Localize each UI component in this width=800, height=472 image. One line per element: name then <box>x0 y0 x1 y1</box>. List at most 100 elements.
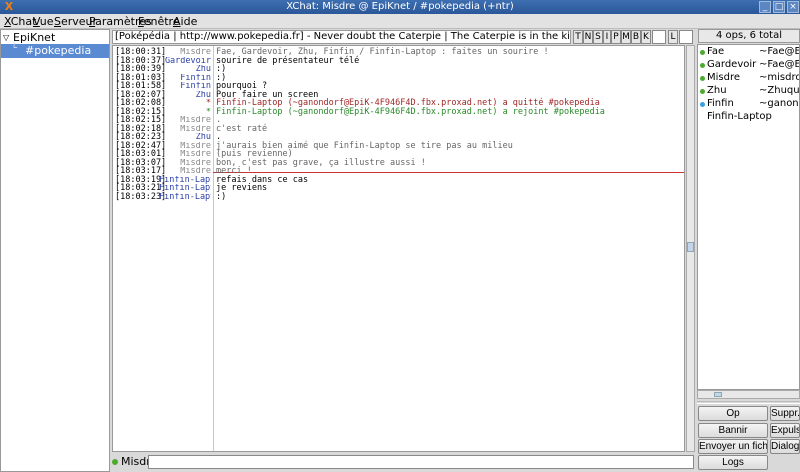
kick-button[interactable]: Expulser <box>770 423 800 438</box>
chat-log[interactable]: [18:00:31] Misdre Fae, Gardevoir, Zhu, Fin… <box>112 45 685 452</box>
chat-message: (puis revienne) <box>216 149 293 159</box>
key-field[interactable] <box>652 30 666 44</box>
tree-expander-icon[interactable]: ▽ <box>3 31 9 45</box>
chat-message: :) <box>216 64 227 74</box>
chat-timestamp: [18:00:39] <box>115 64 167 74</box>
mode-button-s[interactable]: S <box>593 30 603 44</box>
user-count: 4 ops, 6 total <box>698 29 800 43</box>
logs-button[interactable]: Logs <box>698 455 768 470</box>
mode-button-m[interactable]: M <box>621 30 631 44</box>
chat-timestamp: [18:03:01] <box>115 149 167 159</box>
user-status-icon <box>700 76 705 81</box>
chat-timestamp: [18:02:08] <box>115 98 167 108</box>
window-title: XChat: Misdre @ EpiKnet / #pokepedia (+n… <box>286 1 514 12</box>
chat-message: . <box>216 132 222 142</box>
chat-nick[interactable]: Finfin <box>159 74 211 82</box>
chat-message: pourquoi ? <box>216 81 268 91</box>
mode-button-p[interactable]: P <box>611 30 621 44</box>
user-entry[interactable]: Fae ~Fae@EpiK <box>698 46 799 58</box>
user-nick: Misdre <box>707 72 741 83</box>
tree-server-label: EpiKnet <box>13 31 56 44</box>
topic-field[interactable]: [Poképédia | http://www.pokepedia.fr] - … <box>112 30 571 44</box>
chat-nick[interactable]: Misdre <box>159 150 211 158</box>
user-host: ~ganondorf <box>759 98 799 109</box>
tree-branch-icon: └ <box>11 43 18 54</box>
user-entry[interactable]: Finfin-Laptop <box>698 111 799 123</box>
dialog-button[interactable]: Dialogue <box>770 439 800 454</box>
chat-nick[interactable]: Misdre <box>159 48 211 56</box>
user-host: ~Fae@EpiK <box>759 46 800 57</box>
minimize-button[interactable]: _ <box>759 1 771 13</box>
menu-xchat[interactable]: XChat <box>4 14 36 29</box>
hscrollbar-thumb[interactable] <box>714 392 722 397</box>
chat-nick[interactable]: Finfin-Laptop <box>159 176 211 184</box>
chat-nick[interactable]: * <box>159 99 211 107</box>
chat-timestamp: [18:03:23] <box>115 191 167 202</box>
mode-button-i[interactable]: I <box>603 30 611 44</box>
user-status-icon <box>700 89 705 94</box>
mode-button-t[interactable]: T <box>573 30 583 44</box>
chat-message: Finfin-Laptop (~ganondorf@EpiK-4F946F4D.… <box>216 106 605 117</box>
chat-nick[interactable]: Misdre <box>159 159 211 167</box>
ban-button[interactable]: Bannir <box>698 423 768 438</box>
limit-field[interactable] <box>679 30 693 44</box>
chat-nick[interactable]: Misdre <box>159 116 211 124</box>
chat-nick[interactable]: Gardevoir <box>159 57 211 65</box>
send-file-button[interactable]: Envoyer un fichier <box>698 439 768 454</box>
maximize-button[interactable]: □ <box>773 1 785 13</box>
menu-aide[interactable]: Aide <box>173 14 197 29</box>
user-nick: Finfin-Laptop <box>707 111 772 122</box>
marker-line <box>213 172 684 173</box>
user-nick: Finfin <box>707 98 734 109</box>
chat-nick[interactable]: Zhu <box>159 91 211 99</box>
nick-column-separator[interactable] <box>213 46 214 451</box>
chat-nick[interactable]: Finfin-Laptop <box>159 184 211 192</box>
chat-message: je reviens <box>216 183 268 193</box>
close-button[interactable]: × <box>787 1 799 13</box>
user-host: ~misdrouge <box>759 72 799 83</box>
message-input[interactable] <box>148 455 694 469</box>
chat-message: Finfin-Laptop (~ganondorf@EpiK-4F946F4D.… <box>216 98 600 108</box>
chat-timestamp: [18:03:17] <box>115 166 167 176</box>
user-entry[interactable]: Zhu ~Zhuquarn <box>698 85 799 97</box>
chat-timestamp: [18:02:23] <box>115 132 167 142</box>
op-button[interactable]: Op <box>698 406 768 421</box>
tree-channel-label: #pokepedia <box>25 44 92 57</box>
user-nick: Gardevoir <box>707 59 757 70</box>
mode-button-l[interactable]: L <box>668 30 678 44</box>
user-list[interactable]: Fae~Fae@EpiKGardevoir~Fae@EpiKMisdre~mis… <box>697 44 800 390</box>
tree-channel-pokepedia[interactable]: └ #pokepedia <box>1 43 109 58</box>
chat-message: :) <box>216 191 227 202</box>
menu-vue[interactable]: Vue <box>33 14 54 29</box>
chat-nick[interactable]: Misdre <box>159 125 211 133</box>
mode-button-n[interactable]: N <box>583 30 593 44</box>
chat-timestamp: [18:00:31] <box>115 47 167 57</box>
user-status-icon <box>700 50 705 55</box>
chat-nick[interactable]: Finfin-Laptop <box>159 193 211 201</box>
scrollbar-thumb[interactable] <box>687 242 694 252</box>
op-status-icon <box>112 459 118 465</box>
tree-server-epiknet[interactable]: ▽ EpiKnet <box>1 31 109 45</box>
xchat-window: X XChat: Misdre @ EpiKnet / #pokepedia (… <box>0 0 800 472</box>
chat-nick[interactable]: Zhu <box>159 133 211 141</box>
chat-nick[interactable]: Zhu <box>159 65 211 73</box>
chat-nick[interactable]: Misdre <box>159 142 211 150</box>
user-host: ~Zhuquarn <box>759 85 800 96</box>
chat-timestamp: [18:03:21] <box>115 183 167 193</box>
user-entry[interactable]: Gardevoir~Fae@EpiK <box>698 59 799 71</box>
chat-nick[interactable]: Misdre <box>159 167 211 175</box>
menu-bar: XChat Vue Serveur Paramètres Fenêtre Aid… <box>0 14 800 29</box>
user-entry[interactable]: Finfin ~ganondorf <box>698 98 799 110</box>
chat-scrollbar[interactable] <box>686 45 695 452</box>
deop-button[interactable]: Suppr. Op <box>770 406 800 421</box>
panel-divider <box>697 401 800 404</box>
userlist-hscrollbar[interactable] <box>697 390 800 399</box>
mode-button-k[interactable]: K <box>641 30 651 44</box>
mode-button-b[interactable]: B <box>631 30 641 44</box>
user-entry[interactable]: Misdre ~misdrouge <box>698 72 799 84</box>
channel-tree: ▽ EpiKnet └ #pokepedia <box>0 29 110 472</box>
user-nick: Zhu <box>707 85 727 96</box>
chat-nick[interactable]: * <box>159 108 211 116</box>
title-bar[interactable]: X XChat: Misdre @ EpiKnet / #pokepedia (… <box>0 0 800 14</box>
chat-nick[interactable]: Finfin <box>159 82 211 90</box>
